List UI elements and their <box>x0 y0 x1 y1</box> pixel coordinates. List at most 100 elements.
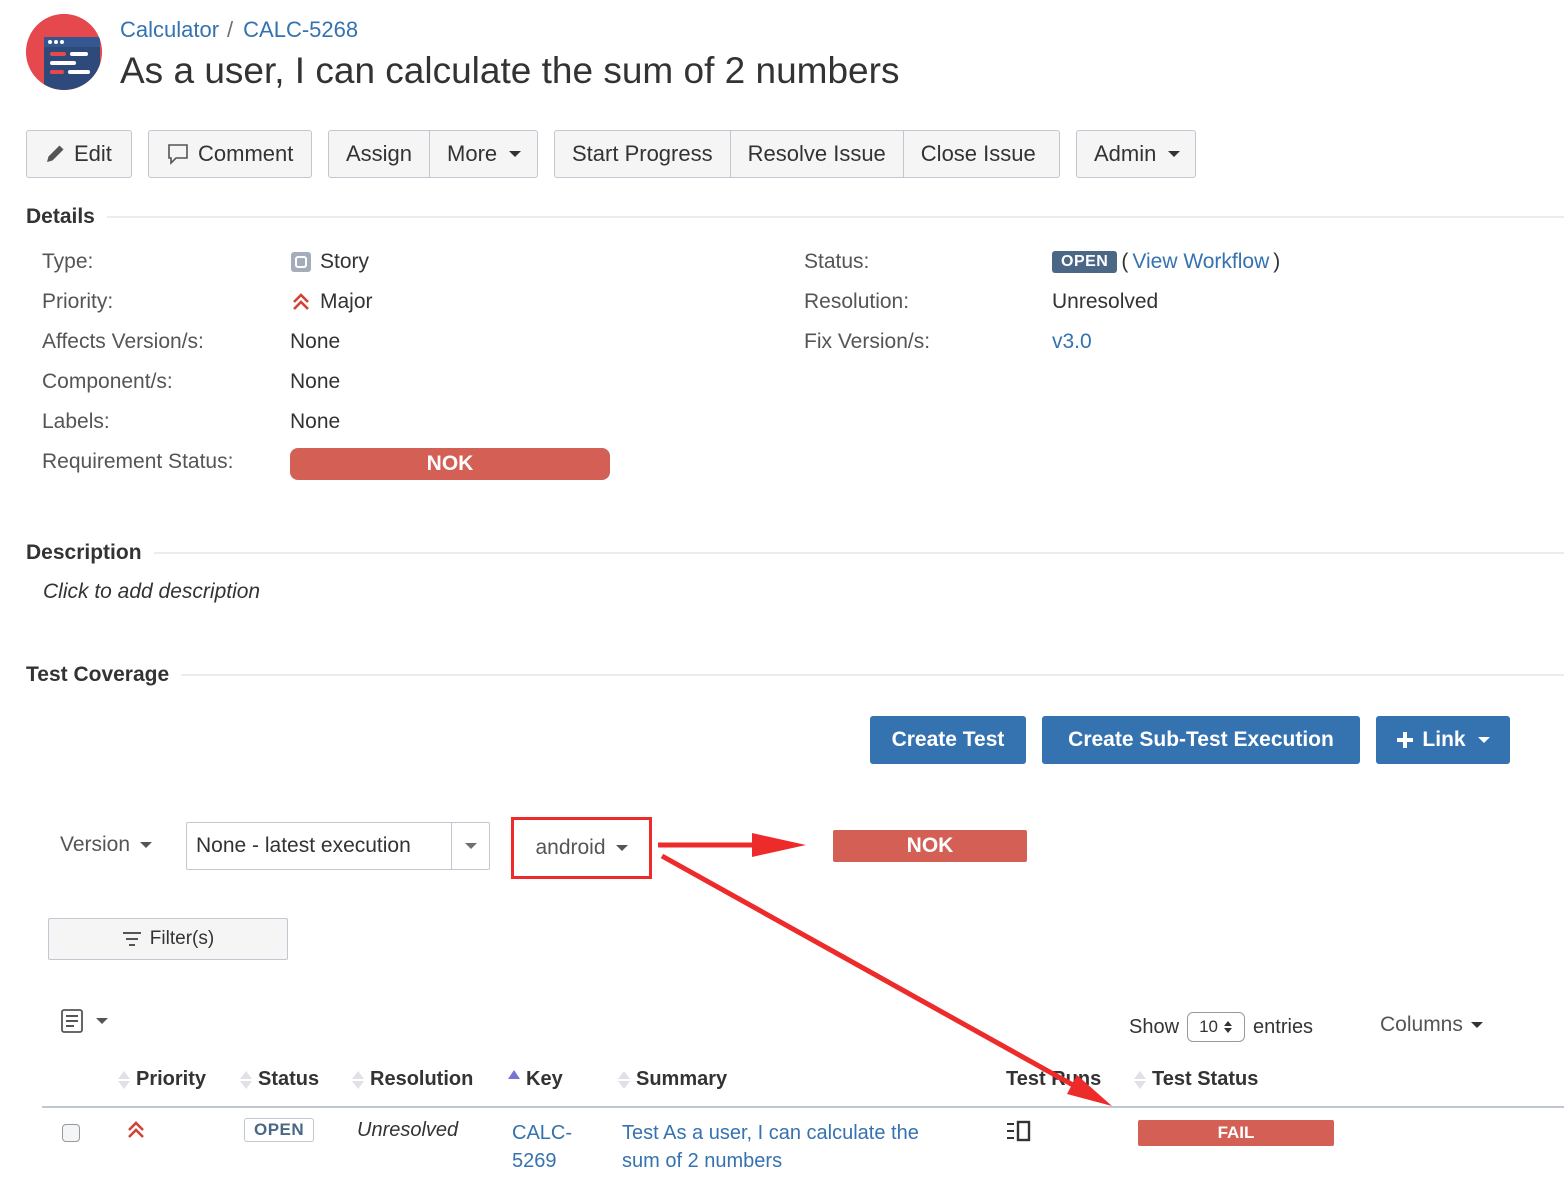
comment-icon <box>168 144 188 165</box>
sort-icon <box>240 1070 252 1089</box>
create-sub-test-execution-button[interactable]: Create Sub-Test Execution <box>1042 716 1360 764</box>
environment-dropdown[interactable]: android <box>511 817 652 879</box>
comment-group: Comment <box>148 130 312 178</box>
column-header-summary[interactable]: Summary <box>618 1068 727 1091</box>
more-button[interactable]: More <box>430 131 538 177</box>
start-progress-button[interactable]: Start Progress <box>555 131 731 177</box>
column-header-key[interactable]: Key <box>508 1068 563 1091</box>
description-field[interactable]: Click to add description <box>43 580 260 604</box>
row-key-link[interactable]: CALC- 5269 <box>512 1119 572 1175</box>
link-label: Link <box>1422 728 1466 751</box>
column-header-test-status[interactable]: Test Status <box>1134 1068 1258 1091</box>
chevron-down-icon <box>140 842 153 848</box>
assign-button[interactable]: Assign <box>329 131 431 177</box>
chevron-down-icon <box>1168 151 1181 157</box>
test-runs-icon[interactable] <box>1006 1120 1032 1142</box>
status-lozenge: OPEN <box>1052 251 1118 273</box>
sort-icon <box>618 1070 630 1089</box>
workflow-group: Start Progress Resolve Issue Close Issue <box>554 130 1060 178</box>
priority-text: Major <box>320 290 373 313</box>
admin-button[interactable]: Admin <box>1077 131 1197 177</box>
row-options-menu[interactable] <box>60 1008 108 1034</box>
status-label: Status: <box>804 250 870 273</box>
chevron-down-icon <box>509 151 522 157</box>
details-heading: Details <box>26 205 1564 229</box>
entries-label: entries <box>1253 1015 1314 1038</box>
columns-dropdown[interactable]: Columns <box>1380 1013 1483 1037</box>
row-checkbox[interactable] <box>62 1124 80 1142</box>
page-size-value: 10 <box>1199 1017 1218 1036</box>
admin-group: Admin <box>1076 130 1196 178</box>
page-title: As a user, I can calculate the sum of 2 … <box>120 50 900 91</box>
components-value: None <box>290 370 341 393</box>
test-coverage-heading: Test Coverage <box>26 663 1564 687</box>
resolution-value: Unresolved <box>1052 290 1159 313</box>
environment-value: android <box>535 836 606 859</box>
column-header-priority[interactable]: Priority <box>118 1068 206 1091</box>
select-arrow[interactable] <box>451 823 489 869</box>
breadcrumb-separator: / <box>227 17 234 42</box>
view-workflow-link[interactable]: View Workflow <box>1132 250 1269 274</box>
filters-button[interactable]: Filter(s) <box>48 918 288 960</box>
environment-status-badge: NOK <box>833 830 1027 862</box>
affects-version-value: None <box>290 330 341 353</box>
comment-button[interactable]: Comment <box>149 131 310 177</box>
sort-icon <box>1134 1070 1146 1089</box>
resolution-label: Resolution: <box>804 290 910 313</box>
chevron-down-icon <box>464 843 477 849</box>
breadcrumb: Calculator / CALC-5268 <box>120 17 358 43</box>
breadcrumb-issue-link[interactable]: CALC-5268 <box>243 17 358 42</box>
priority-label: Priority: <box>42 290 114 313</box>
page-size-select[interactable]: 10 <box>1187 1012 1246 1042</box>
filter-icon <box>122 932 141 946</box>
list-options-icon <box>61 1009 83 1033</box>
sort-icon <box>118 1070 130 1089</box>
link-button[interactable]: Link <box>1376 716 1510 764</box>
chevron-down-icon <box>96 1018 108 1024</box>
labels-label: Labels: <box>42 410 110 433</box>
version-dropdown[interactable]: Version <box>60 833 153 857</box>
priority-major-icon <box>293 293 309 310</box>
resolve-issue-button[interactable]: Resolve Issue <box>731 131 904 177</box>
arrow-to-nok-head <box>752 833 806 857</box>
row-summary-link[interactable]: Test As a user, I can calculate the sum … <box>622 1119 952 1175</box>
project-avatar[interactable] <box>26 14 102 90</box>
fix-version-label: Fix Version/s: <box>804 330 931 353</box>
edit-group: Edit <box>26 130 132 178</box>
column-header-status[interactable]: Status <box>240 1068 319 1091</box>
version-select[interactable]: None - latest execution <box>186 822 490 870</box>
edit-label: Edit <box>74 141 112 166</box>
version-label: Version <box>60 833 131 856</box>
row-status-lozenge: OPEN <box>244 1118 315 1142</box>
filters-label: Filter(s) <box>149 928 215 949</box>
priority-value: Major <box>290 290 373 314</box>
column-header-test-runs[interactable]: Test Runs <box>1006 1068 1101 1091</box>
fix-version-link[interactable]: v3.0 <box>1052 330 1092 354</box>
type-text: Story <box>320 250 370 273</box>
sort-ascending-icon <box>508 1070 520 1079</box>
arrow-to-fail-line <box>660 853 1084 1093</box>
chevron-down-icon <box>1470 1022 1483 1028</box>
column-header-resolution[interactable]: Resolution <box>352 1068 473 1091</box>
create-test-button[interactable]: Create Test <box>870 716 1026 764</box>
chevron-down-icon <box>615 845 628 851</box>
labels-value: None <box>290 410 341 433</box>
type-value: Story <box>290 250 369 274</box>
page-size-control: Show 10 entries <box>1129 1012 1313 1042</box>
affects-version-label: Affects Version/s: <box>42 330 204 353</box>
version-select-value: None - latest execution <box>196 834 411 857</box>
more-label: More <box>447 141 498 166</box>
components-label: Component/s: <box>42 370 173 393</box>
comment-label: Comment <box>198 141 294 166</box>
sort-icon <box>352 1070 364 1089</box>
plus-icon <box>1397 732 1414 748</box>
description-heading: Description <box>26 541 1564 565</box>
close-issue-button[interactable]: Close Issue <box>904 131 1053 177</box>
status-value: OPEN (View Workflow) <box>1052 250 1280 274</box>
row-resolution: Unresolved <box>357 1119 459 1141</box>
breadcrumb-project-link[interactable]: Calculator <box>120 17 219 42</box>
stepper-icon <box>1223 1021 1232 1033</box>
pencil-icon <box>47 145 64 162</box>
assign-more-group: Assign More <box>328 130 538 178</box>
edit-button[interactable]: Edit <box>27 131 129 177</box>
